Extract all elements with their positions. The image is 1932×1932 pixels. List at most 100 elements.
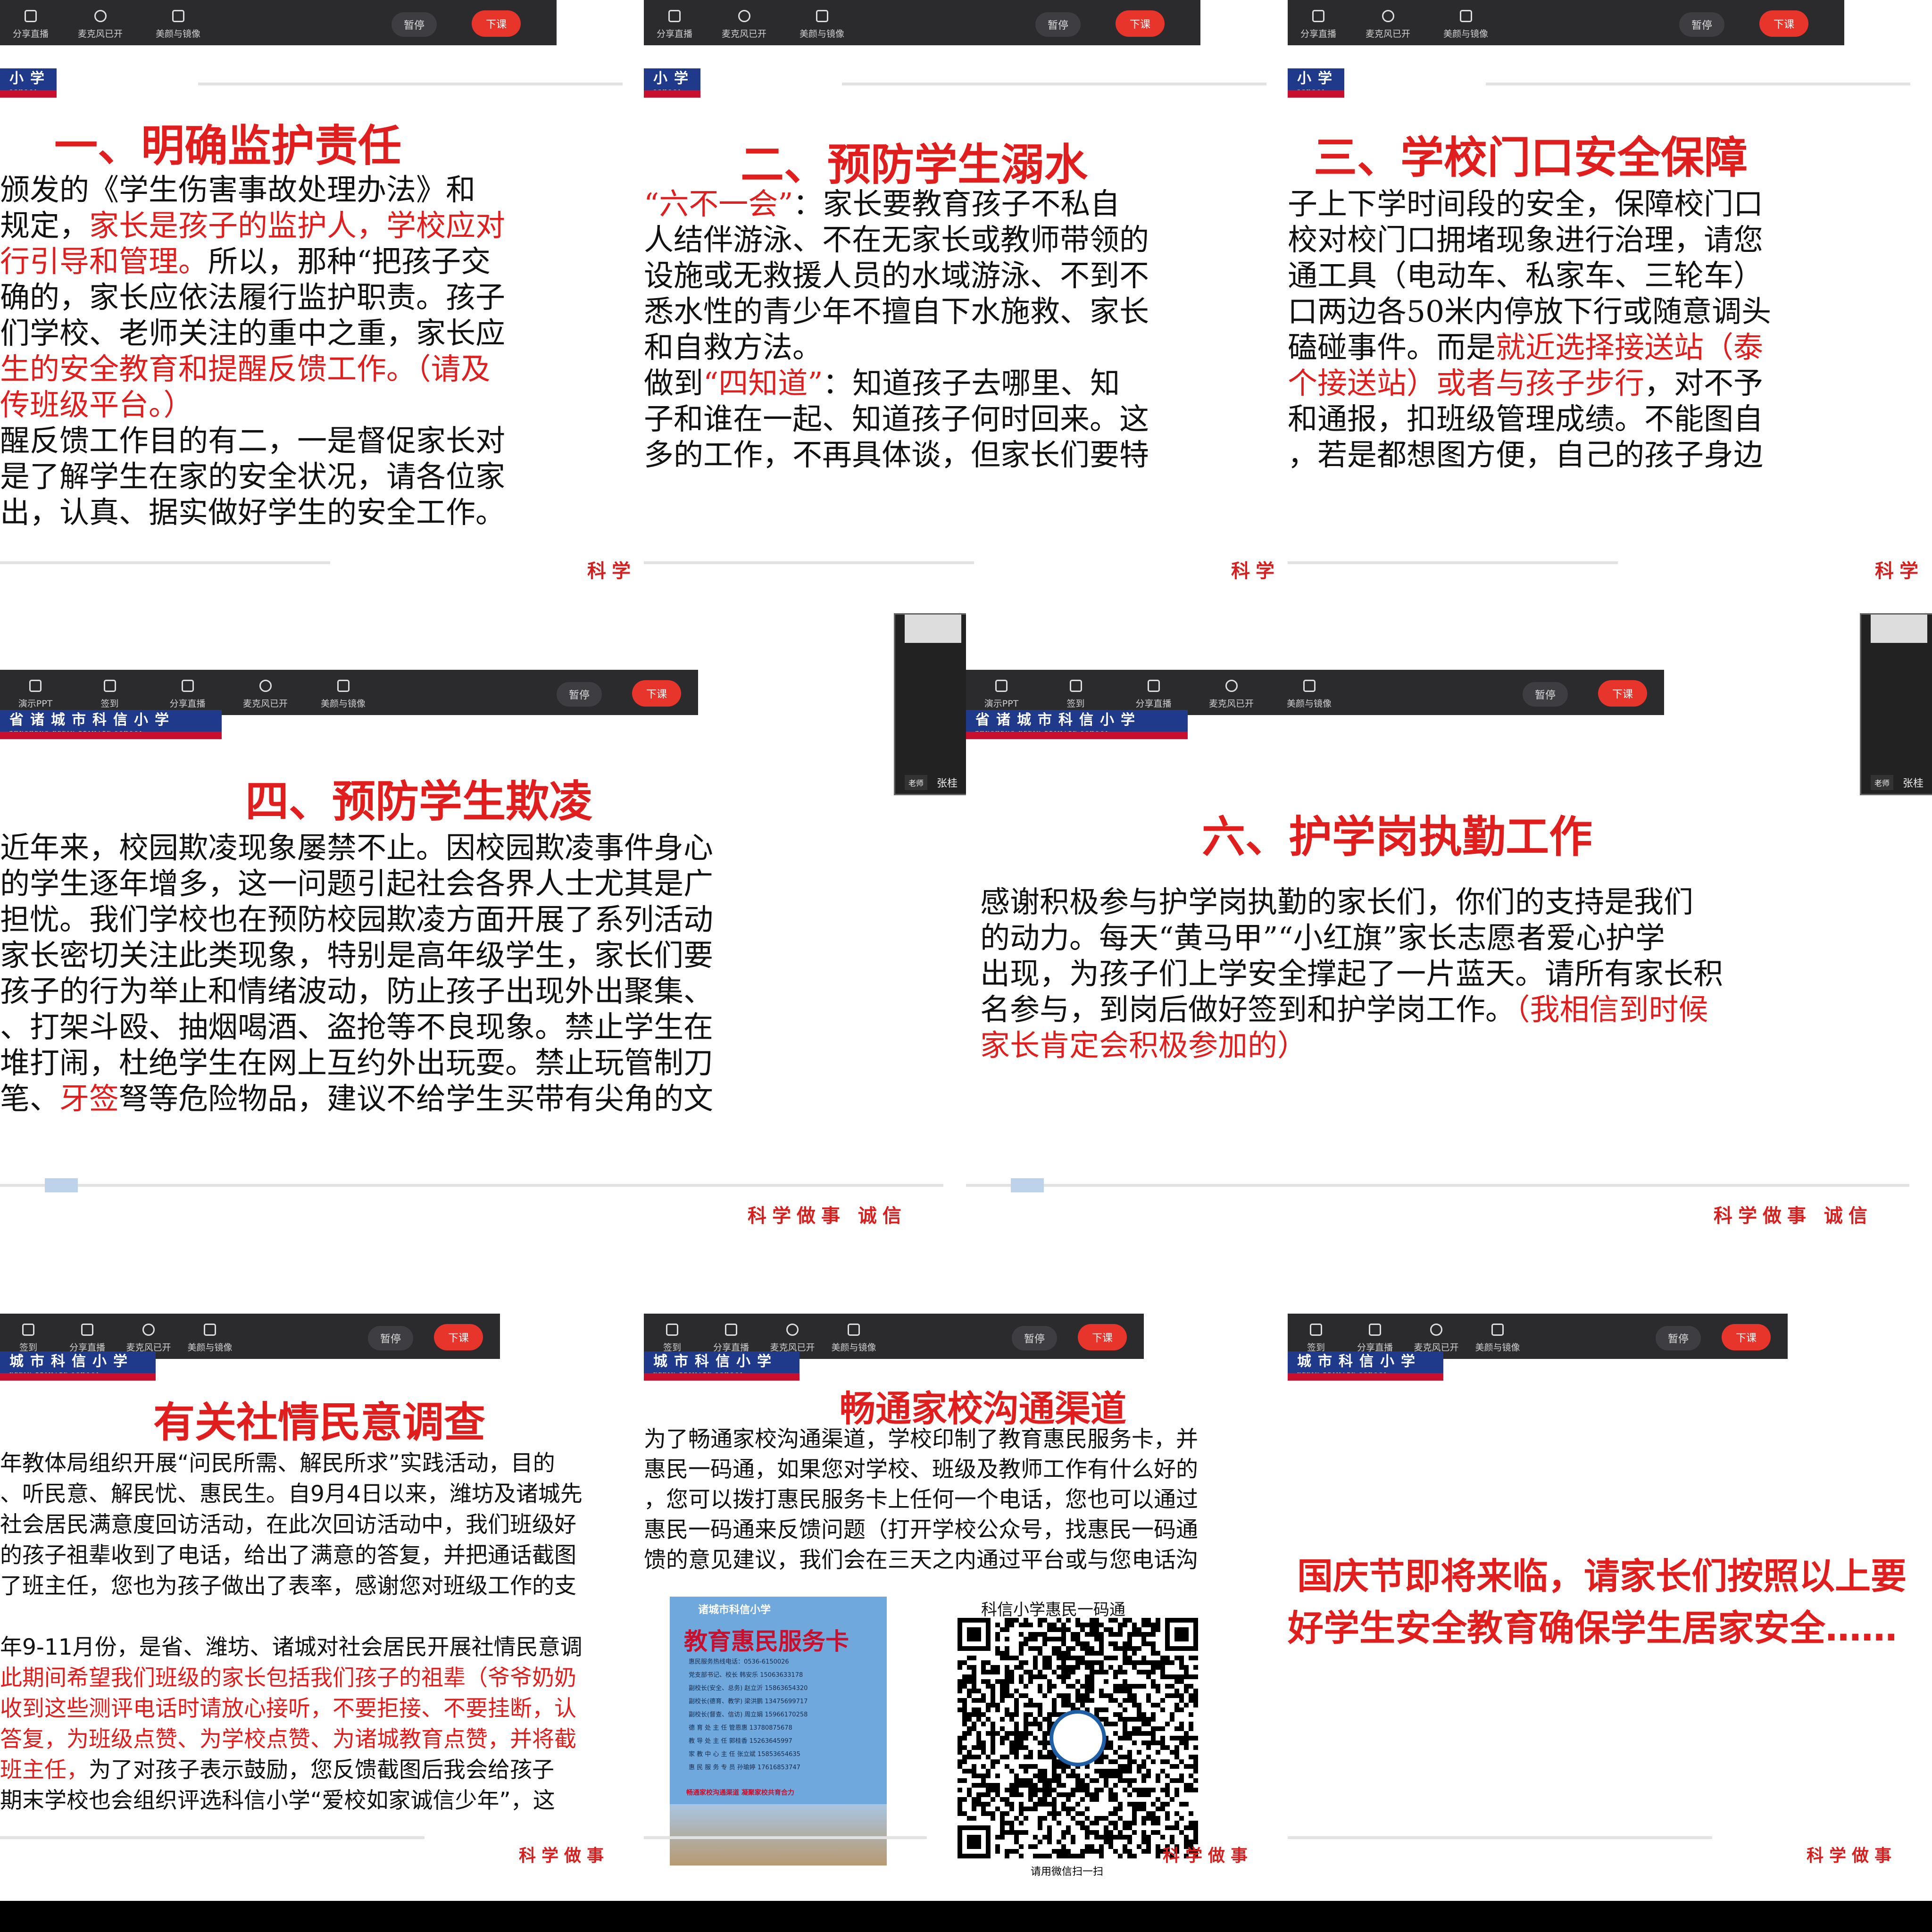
body-line: 、打架斗殴、抽烟喝酒、盗抢等不良现象。禁止学生在 (0, 1009, 713, 1045)
share-live-button[interactable]: 分享直播 (1288, 10, 1349, 45)
microphone-icon (1430, 1324, 1442, 1336)
body-line: 年9-11月份，是省、潍坊、诸城对社会居民开展社情民意调 (0, 1632, 583, 1663)
teacher-camera-thumbnail[interactable]: 老师 张桂 (1860, 613, 1932, 795)
slide-footer: 科学做事 (1163, 1846, 1254, 1865)
mic-button[interactable]: 麦克风已开 (226, 680, 304, 715)
sparkle-icon (848, 1324, 860, 1336)
share-icon (1147, 680, 1160, 692)
beauty-button[interactable]: 美颜与镜像 (179, 1324, 241, 1359)
body-line: ，若是都想图方便，自己的孩子身边 (1288, 437, 1771, 473)
slide-panel-5: 演示PPT 签到 分享直播 麦克风已开 美颜与镜像 暂停 下课 老师 张桂 省诸… (966, 613, 1932, 1257)
beauty-button[interactable]: 美颜与镜像 (783, 10, 861, 45)
body-text: 做到 (644, 366, 703, 400)
highlight-text: 行引导和管理。 (0, 244, 208, 279)
body-text: ：知道孩子去哪里、知 (823, 366, 1120, 400)
body-text: 磕碰事件。而是 (1288, 330, 1496, 365)
body-text: 近年来，校园欺凌现象屡禁不止。因校园欺凌事件身心 (0, 831, 713, 865)
body-line: 惠民一码通，如果您对学校、班级及教师工作有什么好的 (644, 1455, 1198, 1485)
qr-center-logo (1049, 1710, 1106, 1766)
footer-rule (0, 561, 330, 564)
microphone-icon (1382, 10, 1394, 22)
slide-footer: 科学做事 (519, 1846, 610, 1865)
body-text: 社会居民满意度回访活动，在此次回访活动中，我们班级好 (0, 1512, 576, 1538)
body-text: 设施或无救援人员的水域游泳、不到不 (644, 258, 1149, 293)
body-line: 们学校、老师关注的重中之重，家长应 (0, 316, 505, 351)
microphone-icon (738, 10, 750, 22)
pause-button[interactable]: 暂停 (557, 682, 602, 707)
pause-button[interactable]: 暂停 (1656, 1326, 1701, 1350)
slide-body: 为了畅通家校沟通渠道，学校印制了教育惠民服务卡，并 惠民一码通，如果您对学校、班级… (644, 1424, 1198, 1575)
footer-rule (966, 1184, 1909, 1187)
pause-button[interactable]: 暂停 (1012, 1326, 1058, 1350)
qr-code-caption: 请用微信扫一扫 (1031, 1866, 1104, 1878)
pause-button[interactable]: 暂停 (368, 1326, 414, 1350)
end-class-button[interactable]: 下课 (632, 680, 682, 707)
slide-body: 感谢积极参与护学岗执勤的家长们，你们的支持是我们 的动力。每天“黄马甲”“小红旗”… (980, 884, 1723, 1064)
end-class-button[interactable]: 下课 (1078, 1324, 1127, 1350)
school-logo: 小学 SCHOOL (0, 68, 57, 98)
camera-preview (1871, 615, 1927, 643)
body-line: 收到这些测评电话时请放心接听，不要拒接、不要挂断，认 (0, 1693, 583, 1724)
slide-footer: 科学做事 诚信 (1714, 1205, 1873, 1227)
share-live-button[interactable]: 分享直播 (644, 10, 705, 45)
end-class-button[interactable]: 下课 (1116, 10, 1165, 37)
highlight-text: 家长是孩子的监护人，学校应对 (89, 208, 505, 243)
header-rule (842, 83, 1266, 85)
slide-title: 一、明确监护责任 (54, 121, 402, 171)
sparkle-icon (337, 680, 350, 692)
body-line: “六不一会”：家长要教育孩子不私自 (644, 186, 1149, 222)
body-line: 堆打闹，杜绝学生在网上互约外出玩耍。禁止玩管制刀 (0, 1045, 713, 1081)
card-contact-row: 党支部书记、校长 韩安乐 15063633178 (689, 1672, 803, 1679)
slide-panel-4: 演示PPT 签到 分享直播 麦克风已开 美颜与镜像 暂停 下课 老师 张桂 省诸… (0, 613, 966, 1257)
beauty-button[interactable]: 美颜与镜像 (1427, 10, 1505, 45)
body-line: 子和谁在一起、知道孩子何时回来。这 (644, 401, 1149, 437)
body-text: 颁发的《学生伤害事故处理办法》和 (0, 173, 475, 207)
body-text: ，对不予 (1644, 366, 1763, 400)
mic-button[interactable]: 麦克风已开 (1192, 680, 1270, 715)
beauty-button[interactable]: 美颜与镜像 (139, 10, 217, 45)
pause-button[interactable]: 暂停 (1523, 682, 1568, 707)
body-line: 年教体局组织开展“问民所需、解民所求”实践活动，目的 (0, 1448, 583, 1479)
beauty-button[interactable]: 美颜与镜像 (304, 680, 382, 715)
end-class-button[interactable]: 下课 (1722, 1324, 1771, 1350)
end-class-button[interactable]: 下课 (1759, 10, 1809, 37)
body-text: 、打架斗殴、抽烟喝酒、盗抢等不良现象。禁止学生在 (0, 1010, 713, 1044)
footer-rule (644, 561, 974, 564)
slide-footer: 科学做事 (1807, 1846, 1898, 1865)
body-text: 校对校门口拥堵现象进行治理，请您 (1288, 223, 1763, 257)
slide-footer: 科学 (1231, 560, 1280, 582)
pause-button[interactable]: 暂停 (391, 12, 437, 37)
body-text: 口两边各50米内停放下行或随意调头 (1288, 294, 1772, 329)
pause-button[interactable]: 暂停 (1035, 12, 1081, 37)
mic-button[interactable]: 麦克风已开 (1349, 10, 1427, 45)
end-class-button[interactable]: 下课 (434, 1324, 483, 1350)
footer-rule (1288, 1836, 1712, 1839)
teacher-camera-thumbnail[interactable]: 老师 张桂 (894, 613, 966, 795)
slide-closing-line-1: 国庆节即将来临，请家长们按照以上要 (1297, 1555, 1907, 1597)
body-line: 期末学校也会组织评选科信小学“爱校如家诚信少年”，这 (0, 1785, 583, 1816)
end-class-button[interactable]: 下课 (1598, 680, 1648, 707)
slide-body: 子上下学时间段的安全，保障校门口 校对校门口拥堵现象进行治理，请您 通工具（电动车、… (1288, 186, 1771, 473)
body-line: 规定，家长是孩子的监护人，学校应对 (0, 208, 505, 244)
body-line: 和通报，扣班级管理成绩。不能图自 (1288, 401, 1771, 437)
live-toolbar: 演示PPT 签到 分享直播 麦克风已开 美颜与镜像 暂停 下课 (966, 670, 1664, 715)
slide-panel-8: 签到 分享直播 麦克风已开 美颜与镜像 暂停 下课 城市科信小学 KEXIN P… (644, 1257, 1288, 1901)
body-line: 颁发的《学生伤害事故处理办法》和 (0, 172, 505, 208)
body-text: 出，认真、据实做好学生的安全工作。 (0, 495, 505, 530)
end-class-button[interactable]: 下课 (472, 10, 521, 37)
qr-code[interactable] (958, 1618, 1198, 1858)
beauty-button[interactable]: 美颜与镜像 (1270, 680, 1348, 715)
beauty-button[interactable]: 美颜与镜像 (823, 1324, 884, 1359)
body-line: 确的，家长应依法履行监护职责。孩子 (0, 280, 505, 316)
footer-rule (0, 1836, 425, 1839)
camera-badge: 老师 (905, 775, 928, 790)
mic-button[interactable]: 麦克风已开 (705, 10, 783, 45)
share-live-button[interactable]: 分享直播 (0, 10, 61, 45)
highlight-text: （我相信到时候 (1515, 992, 1708, 1027)
beauty-button[interactable]: 美颜与镜像 (1467, 1324, 1528, 1359)
pause-button[interactable]: 暂停 (1679, 12, 1725, 37)
body-text: 期末学校也会组织评选科信小学“爱校如家诚信少年”，这 (0, 1788, 555, 1814)
mic-button[interactable]: 麦克风已开 (61, 10, 139, 45)
body-line: 多的工作，不再具体谈，但家长们要特 (644, 437, 1149, 473)
camera-name-label: 张桂 (1903, 778, 1924, 790)
